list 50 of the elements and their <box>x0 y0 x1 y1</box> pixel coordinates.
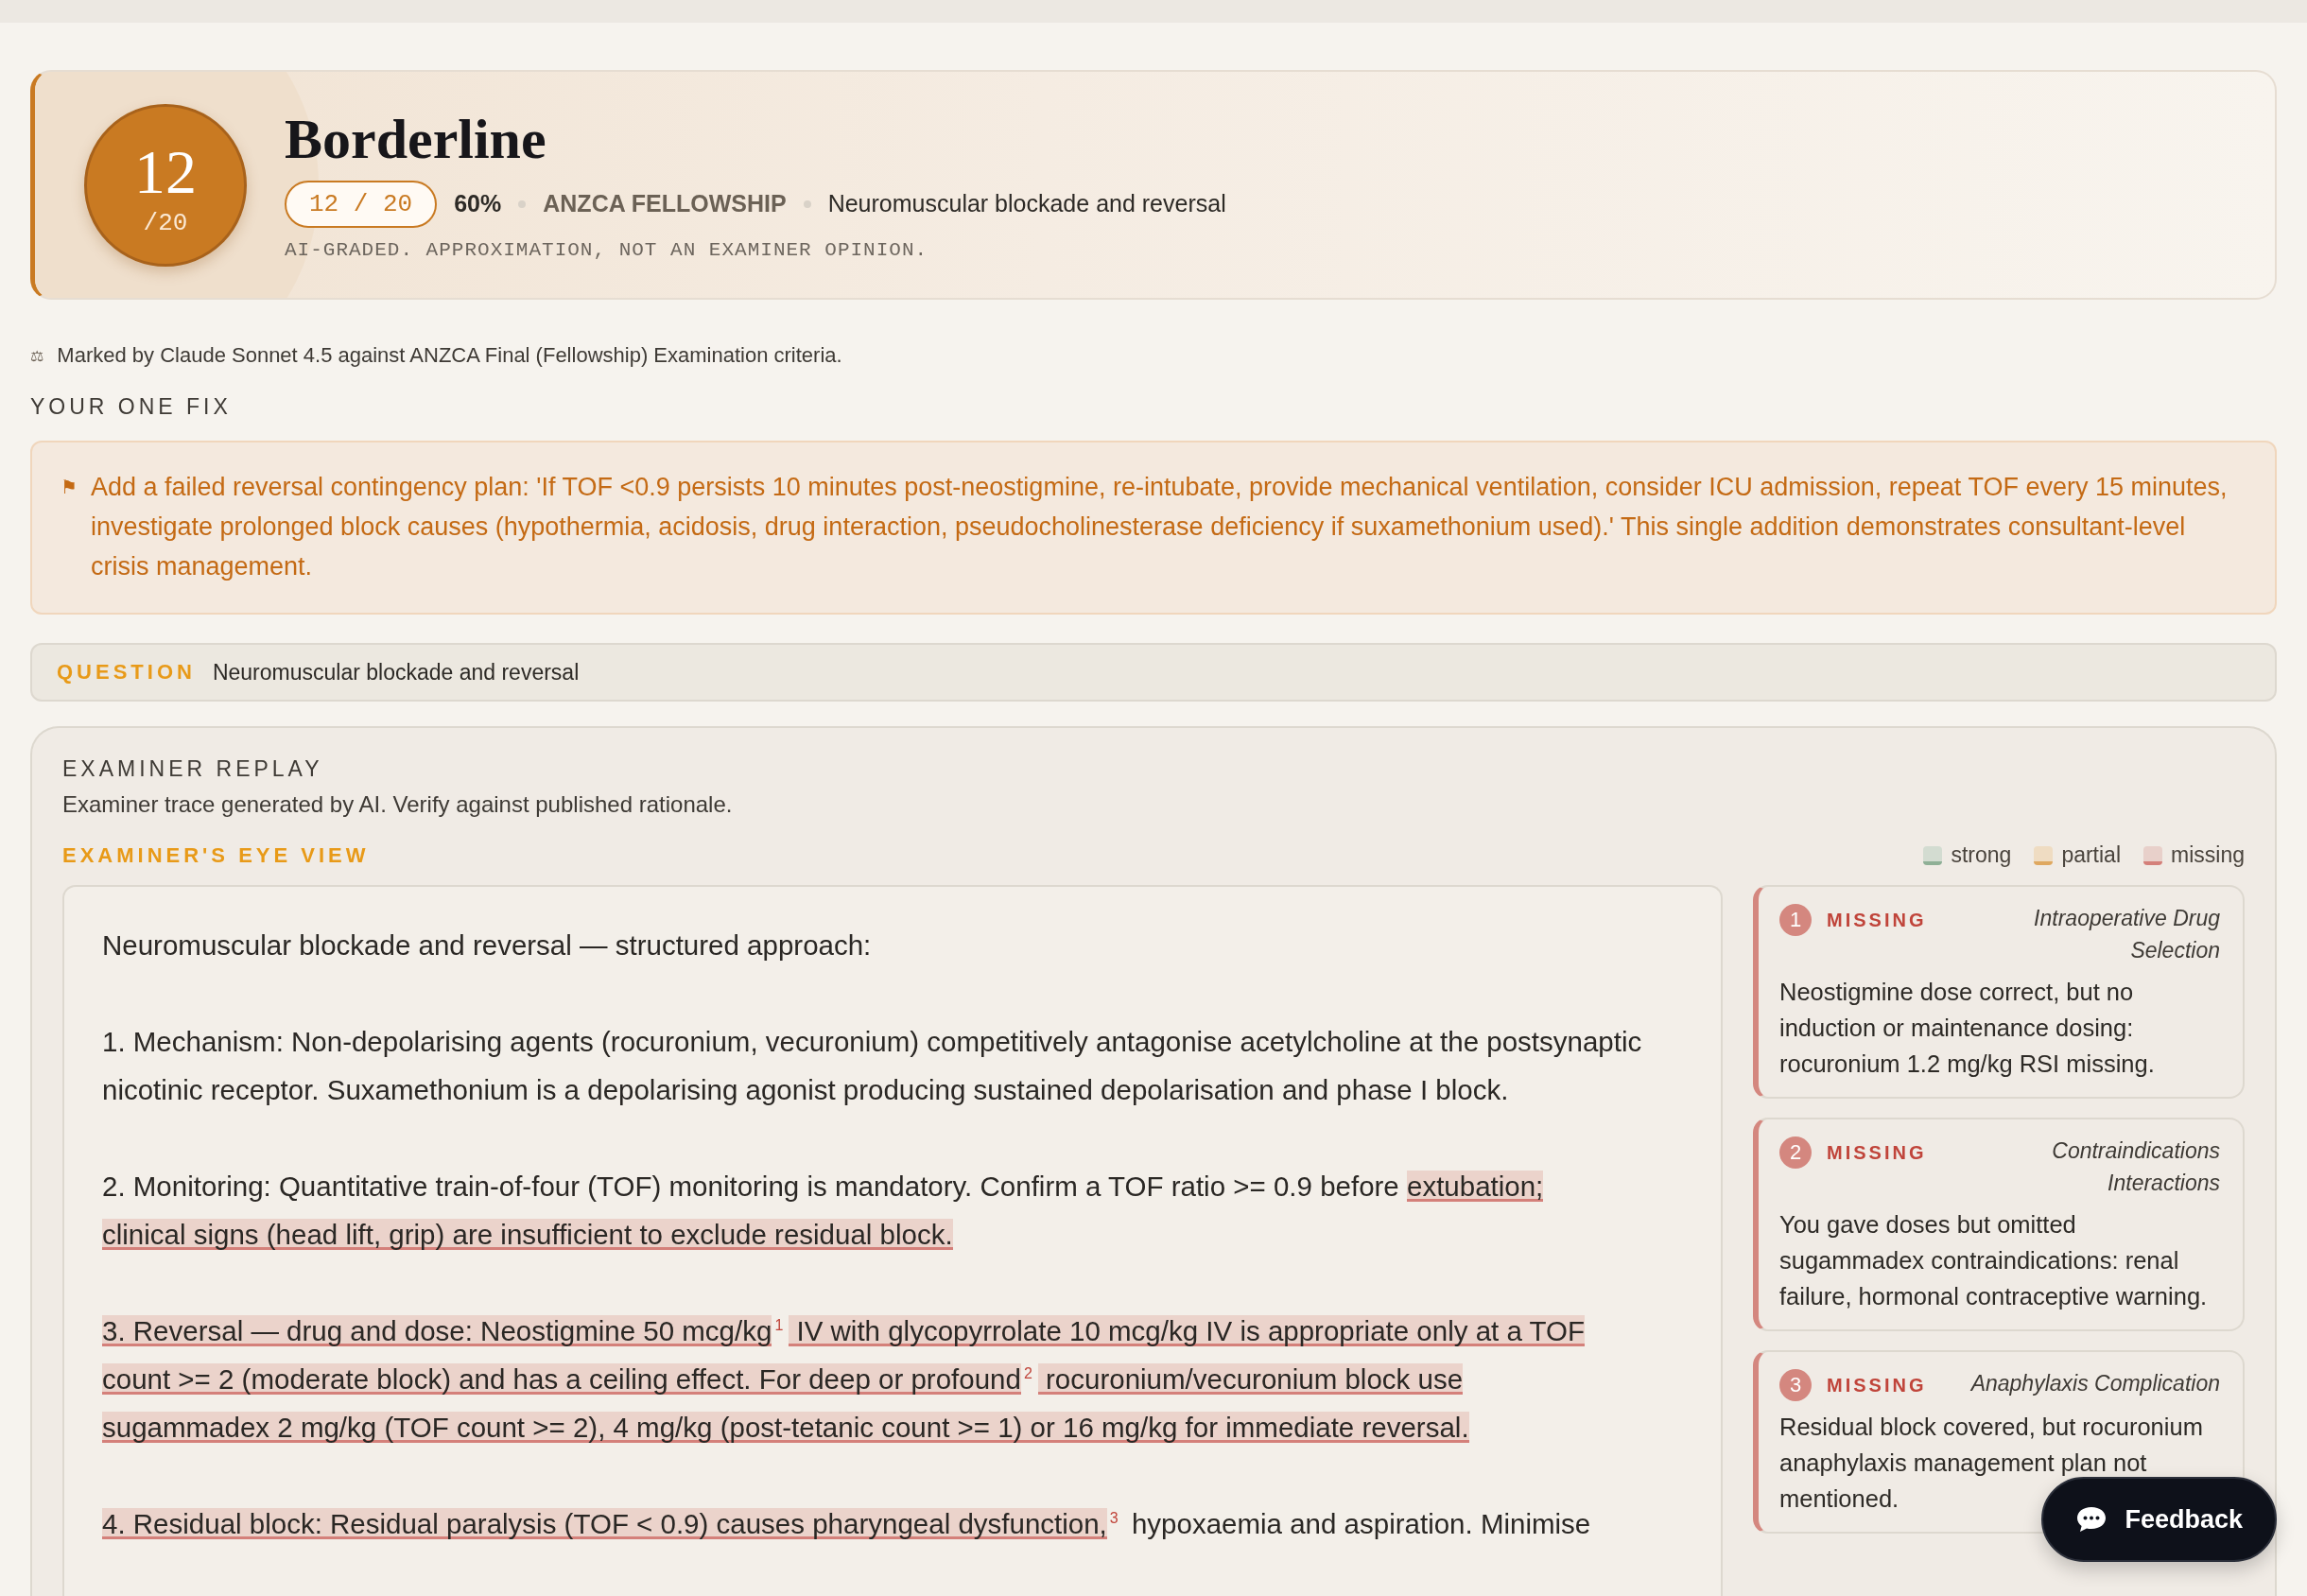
legend-label: missing <box>2171 842 2245 868</box>
finding-text: You gave doses but omitted sugammadex contraindications: renal failure, hormonal contraceptive warning. <box>1779 1210 2209 1311</box>
status-label: MISSING <box>1827 910 1927 931</box>
legend-label: strong <box>1951 842 2012 868</box>
category-text: Intraoperative Drug Selection <box>2033 905 2220 964</box>
footnote-mark: 2 <box>1023 1365 1032 1382</box>
answer-text: 2. Monitoring: Quantitative train-of-four (TOF) monitoring is mandatory. Confirm a TOF ratio >= 0.9 before <box>102 1171 1400 1202</box>
category-text: Anaphylaxis Complication <box>1969 1370 2220 1397</box>
answer-text: Neuromuscular blockade and reversal — structured approach: <box>102 928 873 963</box>
footnote-mark: 1 <box>774 1317 784 1334</box>
topic-text: Neuromuscular blockade and reversal <box>827 190 1226 218</box>
highlighted-text: count >= 2 (moderate block) and has a ceiling effect. For deep or profound <box>102 1363 1021 1395</box>
question-text: Neuromuscular blockade and reversal <box>212 659 580 685</box>
disclaimer-text: AI-GRADED. APPROXIMATION, NOT AN EXAMINER OPINION. <box>285 238 929 261</box>
finding-text: Neostigmine dose correct, but no induction or maintenance dosing: rocuronium 1.2 mg/kg RSI missing. <box>1779 978 2156 1079</box>
number-badge: 2 <box>1779 1136 1812 1169</box>
highlighted-text: clinical signs (head lift, grip) are insufficient to exclude residual block. <box>102 1219 953 1250</box>
score-max: /20 <box>143 208 188 237</box>
highlighted-text: sugammadex 2 mg/kg (TOF count >= 2), 4 mg/kg (post-tetanic count >= 1) or 16 mg/kg for immediate reversal. <box>102 1412 1469 1443</box>
highlighted-text: extubation; <box>1407 1171 1544 1202</box>
status-label: MISSING <box>1827 1375 1927 1396</box>
score-value: 12 <box>134 140 197 203</box>
view-heading: EXAMINER'S EYE VIEW <box>62 842 370 868</box>
number-badge: 3 <box>1779 1369 1812 1401</box>
scales-icon: ⚖ <box>30 346 44 365</box>
verdict-title: Borderline <box>285 109 547 169</box>
subtitle-text: Examiner trace generated by AI. Verify against published rationale. <box>62 791 734 818</box>
percent-text: 60% <box>454 190 502 218</box>
number-badge: 1 <box>1779 904 1812 936</box>
highlighted-text: rocuronium/vecuronium block use <box>1037 1363 1464 1395</box>
highlighted-text: 3. Reversal — drug and dose: Neostigmine 50 mcg/kg <box>102 1315 772 1346</box>
separator-dot <box>518 200 527 208</box>
answer-text: 1. Mechanism: Non-depolarising agents (rocuronium, vecuronium) competitively antagonise acetylcholine at the postsynaptic nicotinic receptor. Suxamethonium is a depolarising agonist producing sustained depolarisation and phase I block. <box>102 1025 1643 1107</box>
chat-icon <box>2075 1505 2108 1534</box>
highlighted-text: 4. Residual block: Residual paralysis (TOF < 0.9) causes pharyngeal dysfunction, <box>102 1508 1107 1539</box>
fix-text: Add a failed reversal contingency plan: 'If TOF <0.9 persists 10 minutes post-neostigmine, re-intubate, provide mechanical ventilation, consider ICU admission, repeat TOF every 15 minutes, investigate prolonged block causes (hypothermia, acidosis, drug interaction, pseudocholinesterase deficiency if suxamethonium used).' This single addition demonstrates consultant-level crisis management. <box>90 472 2229 583</box>
section-heading: YOUR ONE FIX <box>30 394 233 421</box>
separator-dot <box>803 200 811 208</box>
section-heading: EXAMINER REPLAY <box>62 756 324 782</box>
status-label: MISSING <box>1827 1142 1927 1164</box>
category-text: Contraindications Interactions <box>2051 1137 2220 1197</box>
legend-label: partial <box>2061 842 2122 868</box>
exam-name: ANZCA FELLOWSHIP <box>543 190 787 218</box>
highlighted-text: IV with glycopyrrolate 10 mcg/kg IV is appropriate only at a TOF <box>789 1315 1585 1346</box>
flag-icon: ⚑ <box>61 467 78 587</box>
question-label: QUESTION <box>57 660 196 685</box>
marked-by-text: Marked by Claude Sonnet 4.5 against ANZCA Final (Fellowship) Examination criteria. <box>57 343 842 369</box>
answer-text: hypoxaemia and aspiration. Minimise <box>1130 1508 1591 1539</box>
score-pill: 12 / 20 <box>285 180 438 228</box>
footnote-mark: 3 <box>1109 1510 1119 1527</box>
